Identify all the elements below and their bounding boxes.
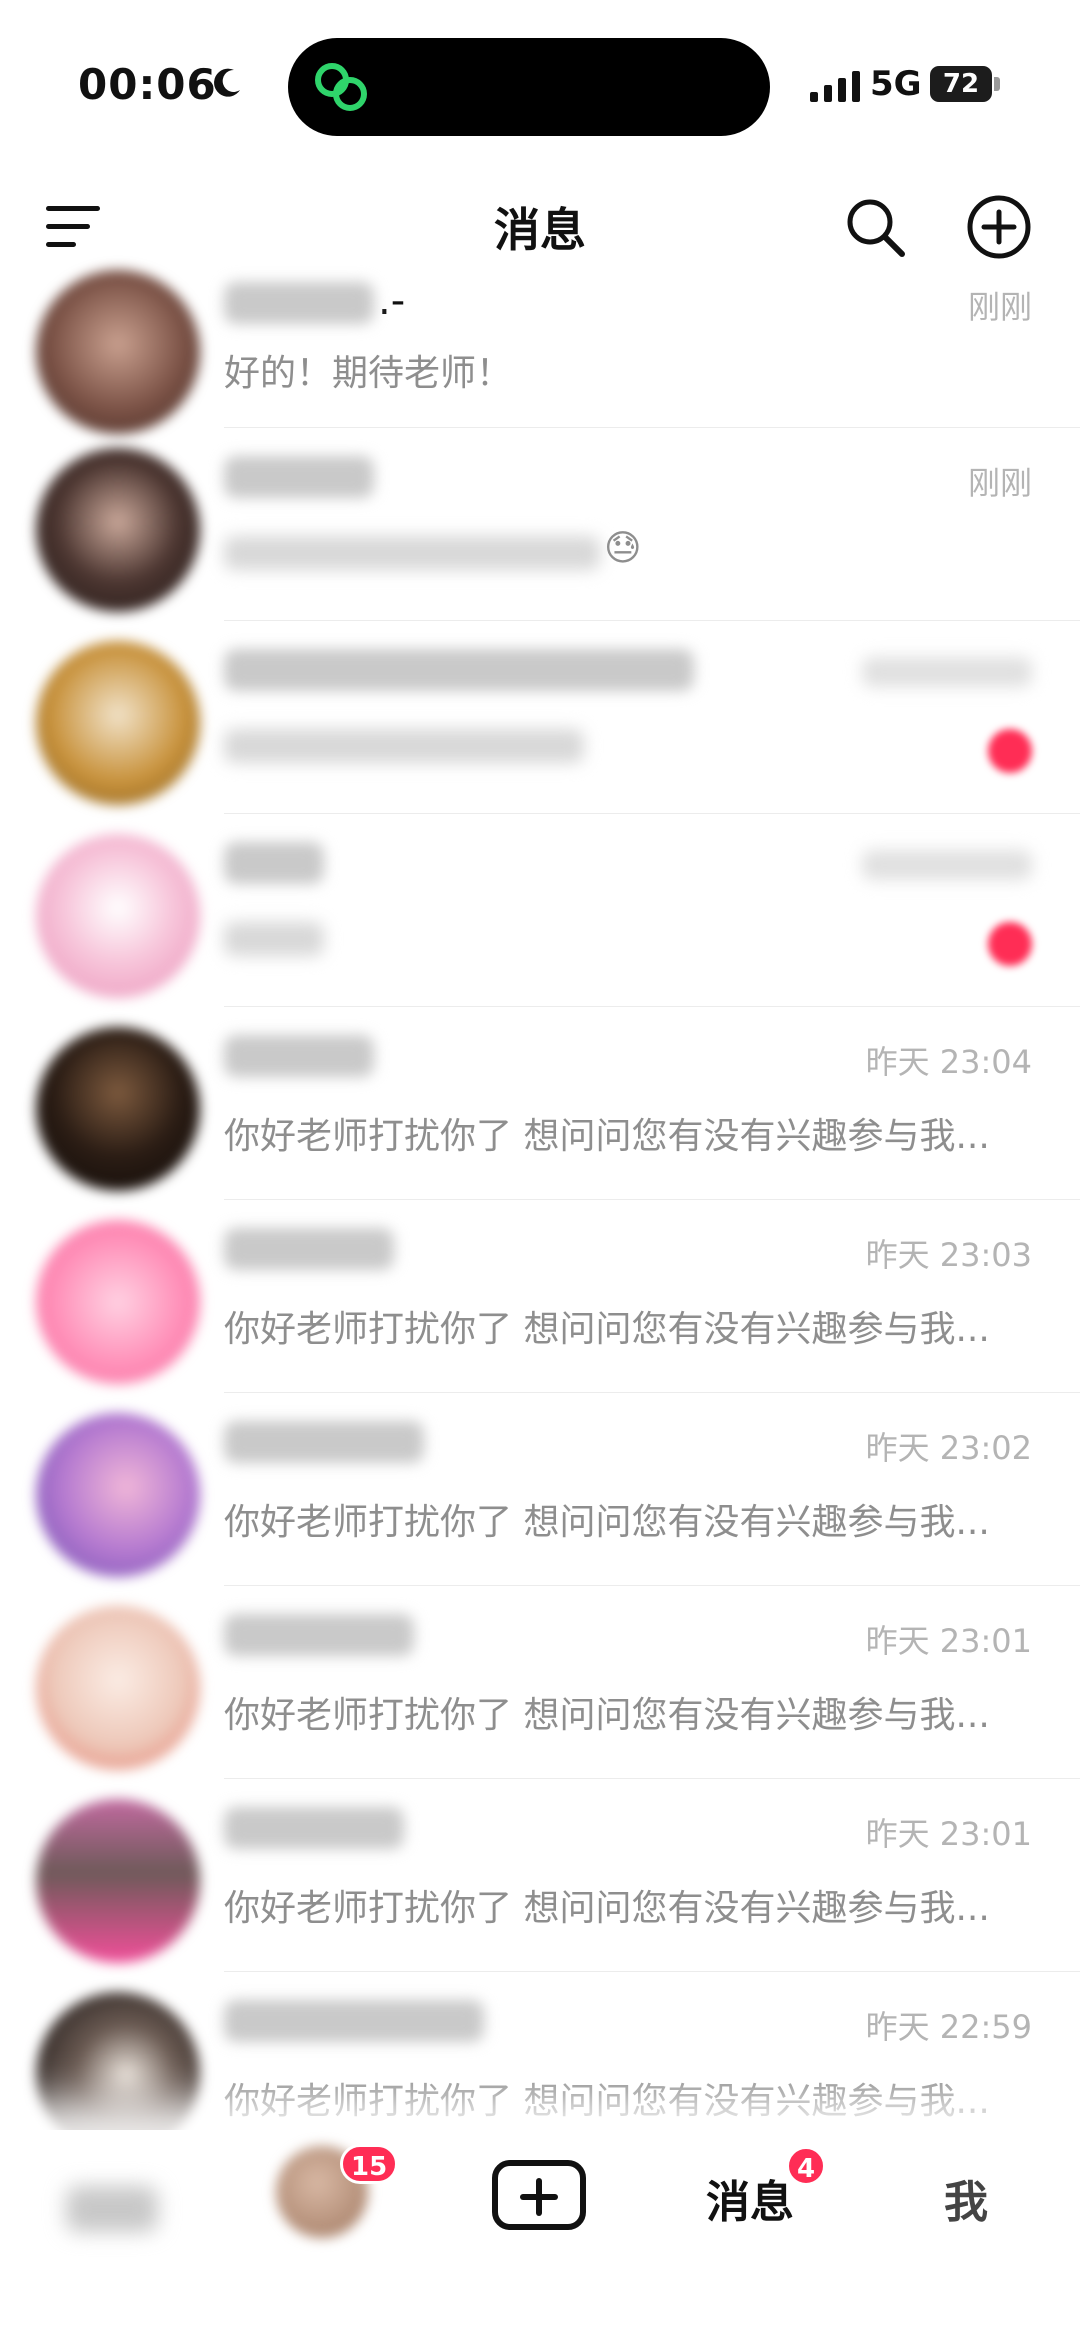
contact-name: [224, 1996, 484, 2048]
conversation-item[interactable]: 昨天 23:04 你好老师打扰你了 想问问您有没有兴趣参与我...: [0, 1007, 1080, 1200]
page-title: 消息: [494, 203, 586, 257]
unread-indicator: [988, 729, 1032, 773]
avatar: [36, 1606, 200, 1770]
timestamp: 刚刚: [967, 288, 1032, 326]
avatar: [36, 1027, 200, 1191]
tab-home[interactable]: [66, 2186, 158, 2232]
blurred-timestamp: [862, 850, 1032, 880]
unread-indicator: [988, 922, 1032, 966]
preview-emoji: 😓: [604, 528, 642, 569]
blurred-name: [224, 456, 374, 498]
conversation-item[interactable]: .- 刚刚 好的！期待老师！: [0, 270, 1080, 434]
add-icon[interactable]: [966, 194, 1032, 260]
message-preview: 你好老师打扰你了 想问问您有没有兴趣参与我...: [224, 2081, 990, 2122]
tab-me[interactable]: 我: [944, 2166, 988, 2230]
message-preview: 你好老师打扰你了 想问问您有没有兴趣参与我...: [224, 1888, 990, 1929]
avatar: [36, 1413, 200, 1577]
timestamp: 昨天 23:04: [865, 1043, 1032, 1081]
signal-icon: [810, 71, 860, 102]
blurred-name: [224, 842, 324, 884]
network-type: 5G: [870, 64, 922, 104]
blurred-name: [224, 1614, 414, 1656]
contact-name: [224, 1031, 374, 1083]
avatar: [36, 834, 200, 998]
contact-name: [224, 452, 374, 504]
messages-screen: 00:06 5G 72 消息 .- 刚刚 好的！期待老师！ 刚刚 😓 昨天 23…: [0, 0, 1080, 2348]
message-preview: 你好老师打扰你了 想问问您有没有兴趣参与我...: [224, 1309, 990, 1350]
blurred-name: [224, 649, 694, 691]
blurred-name: [224, 1228, 394, 1270]
contact-name: [224, 1417, 424, 1469]
avatar: [36, 270, 200, 434]
message-preview: 你好老师打扰你了 想问问您有没有兴趣参与我...: [224, 1116, 990, 1157]
message-preview: 😓: [604, 528, 642, 569]
conversation-list: .- 刚刚 好的！期待老师！ 刚刚 😓 昨天 23:04 你好老师打扰你了 想问…: [0, 270, 1080, 2165]
conversation-item[interactable]: 刚刚 😓: [0, 428, 1080, 621]
search-icon[interactable]: [842, 194, 908, 260]
contact-name: [224, 1610, 414, 1662]
timestamp: 昨天 23:03: [865, 1236, 1032, 1274]
blurred-preview: [224, 536, 600, 570]
blurred-name: [224, 1421, 424, 1463]
contact-name: [224, 838, 324, 890]
create-post-button[interactable]: [492, 2160, 586, 2230]
moon-icon: [214, 68, 240, 97]
blurred-preview: [224, 729, 584, 763]
conversation-item[interactable]: [0, 621, 1080, 814]
dynamic-island: [288, 38, 770, 136]
blurred-timestamp: [862, 657, 1032, 687]
timestamp: 昨天 23:01: [865, 1815, 1032, 1853]
plus-icon: [520, 2178, 558, 2216]
blurred-name: [224, 2000, 484, 2042]
contact-name: [224, 645, 694, 697]
contact-name: [224, 1224, 394, 1276]
avatar: [36, 641, 200, 805]
name-suffix: .-: [378, 278, 406, 324]
battery-icon: 72: [930, 66, 992, 102]
conversation-item[interactable]: 昨天 23:03 你好老师打扰你了 想问问您有没有兴趣参与我...: [0, 1200, 1080, 1393]
blurred-name: [224, 282, 374, 324]
tab-messages[interactable]: 消息: [706, 2166, 794, 2230]
timestamp: 刚刚: [967, 464, 1032, 502]
timestamp: 昨天 22:59: [865, 2008, 1032, 2046]
timestamp: 昨天 23:02: [865, 1429, 1032, 1467]
friends-badge: 15: [340, 2144, 399, 2184]
message-preview: 你好老师打扰你了 想问问您有没有兴趣参与我...: [224, 1695, 990, 1736]
timestamp: 昨天 23:01: [865, 1622, 1032, 1660]
battery-cap: [994, 77, 1000, 91]
messages-badge: 4: [786, 2146, 827, 2186]
blurred-name: [224, 1035, 374, 1077]
status-time: 00:06: [78, 60, 217, 109]
conversation-item[interactable]: [0, 814, 1080, 1007]
contact-name: [224, 1803, 404, 1855]
blurred-preview: [224, 922, 324, 956]
conversation-item[interactable]: 昨天 23:02 你好老师打扰你了 想问问您有没有兴趣参与我...: [0, 1393, 1080, 1586]
blurred-name: [224, 1807, 404, 1849]
bottom-tab-bar: 15 消息 4 我: [0, 2130, 1080, 2348]
avatar: [36, 1220, 200, 1384]
contact-name: .-: [224, 278, 405, 330]
message-preview: 你好老师打扰你了 想问问您有没有兴趣参与我...: [224, 1502, 990, 1543]
avatar: [36, 448, 200, 612]
conversation-item[interactable]: 昨天 23:01 你好老师打扰你了 想问问您有没有兴趣参与我...: [0, 1586, 1080, 1779]
conversation-item[interactable]: 昨天 23:01 你好老师打扰你了 想问问您有没有兴趣参与我...: [0, 1779, 1080, 1972]
top-nav: 消息: [0, 170, 1080, 280]
status-bar: 00:06 5G 72: [0, 0, 1080, 170]
avatar: [36, 1799, 200, 1963]
app-activity-icon: [315, 63, 367, 111]
message-preview: 好的！期待老师！: [224, 353, 513, 394]
